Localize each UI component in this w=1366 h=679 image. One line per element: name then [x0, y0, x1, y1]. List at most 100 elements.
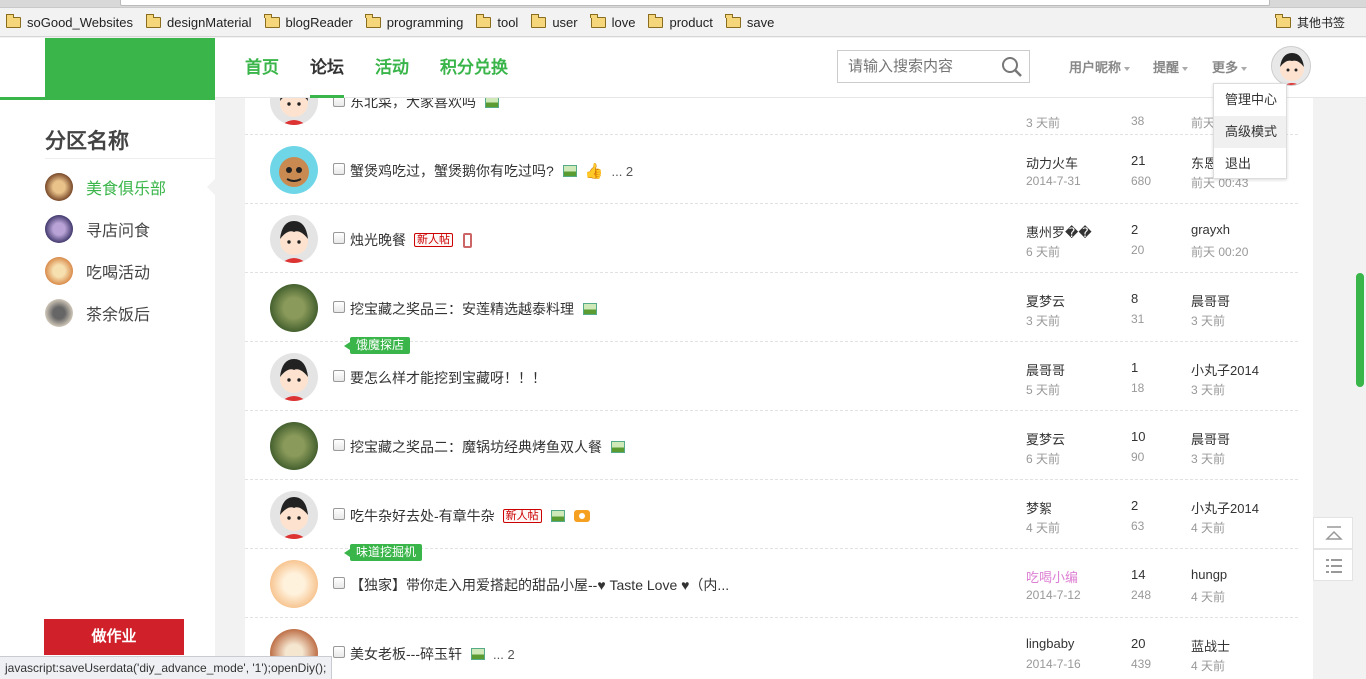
last-reply-date: 前天	[1191, 116, 1216, 130]
thread-author-avatar[interactable]	[270, 215, 318, 263]
category-tag[interactable]: 味道挖掘机	[343, 544, 423, 561]
user-avatar[interactable]	[1271, 46, 1311, 86]
user-nickname-menu[interactable]: 用户昵称	[1069, 38, 1131, 98]
browser-status-bar: javascript:saveUserdata('diy_advance_mod…	[0, 656, 333, 679]
thread-author-avatar[interactable]	[270, 491, 318, 539]
thread-author-avatar[interactable]	[270, 98, 318, 125]
thread-checkbox[interactable]	[333, 98, 345, 107]
thread-subject[interactable]: 美女老板---碎玉轩	[350, 644, 462, 664]
table-row[interactable]: 饿魔探店 要怎么样才能挖到宝藏呀！！！ 晨哥哥 5 天前 1 18 小丸子201…	[245, 337, 1298, 411]
thread-checkbox[interactable]	[333, 646, 345, 658]
last-reply-user[interactable]: 晨哥哥	[1191, 429, 1230, 448]
thread-checkbox[interactable]	[333, 439, 345, 451]
sidebar-item-food-club[interactable]: 美食俱乐部	[45, 172, 215, 202]
thread-author-avatar[interactable]	[270, 422, 318, 470]
category-tag[interactable]: 饿魔探店	[343, 337, 411, 354]
thread-author[interactable]: 吃喝小编	[1026, 567, 1078, 586]
thread-checkbox[interactable]	[333, 163, 345, 175]
thread-checkbox[interactable]	[333, 370, 345, 382]
main-nav: 首页 论坛 活动 积分兑换	[245, 38, 539, 98]
table-row[interactable]: 东北菜，大家喜欢吗 3 天前 38 前天	[245, 98, 1298, 135]
thread-author[interactable]: 夏梦云	[1026, 429, 1065, 448]
bookmark-folder[interactable]: designMaterial	[145, 13, 252, 30]
thread-page-link[interactable]: ... 2	[493, 647, 515, 662]
list-view-button[interactable]	[1313, 549, 1353, 581]
last-reply-user[interactable]: 蓝战士	[1191, 636, 1230, 655]
page-scrollbar[interactable]	[1354, 98, 1366, 679]
menu-item-advanced-mode[interactable]: 高级模式	[1214, 116, 1286, 148]
thread-subject[interactable]: 【独家】带你走入用爱搭起的甜品小屋--♥ Taste Love ♥（内...	[350, 575, 729, 595]
sidebar-item-leisure-chat[interactable]: 茶余饭后	[45, 298, 215, 328]
thread-author-avatar[interactable]	[270, 353, 318, 401]
address-bar[interactable]	[120, 0, 1270, 6]
table-row[interactable]: 吃牛杂好去处-有章牛杂 新人帖 梦絮 4 天前 2 63 小丸子2014 4 天前	[245, 480, 1298, 549]
other-bookmarks[interactable]: 其他书签	[1275, 8, 1345, 37]
bookmark-folder[interactable]: love	[590, 13, 635, 30]
thread-subject[interactable]: 要怎么样才能挖到宝藏呀！！！	[350, 368, 546, 388]
thread-author[interactable]: 惠州罗��	[1026, 222, 1092, 241]
last-reply-user[interactable]: 小丸子2014	[1191, 498, 1259, 517]
thread-checkbox[interactable]	[333, 232, 345, 244]
menu-item-admin-center[interactable]: 管理中心	[1214, 84, 1286, 116]
folder-icon	[264, 13, 280, 28]
thread-author[interactable]: 动力火车	[1026, 153, 1078, 172]
menu-item-logout[interactable]: 退出	[1214, 148, 1286, 180]
nav-events[interactable]: 活动	[375, 38, 409, 98]
scrollbar-thumb[interactable]	[1356, 273, 1364, 387]
table-row[interactable]: 味道挖掘机 【独家】带你走入用爱搭起的甜品小屋--♥ Taste Love ♥（…	[245, 544, 1298, 618]
sidebar-item-restaurant-search[interactable]: 寻店问食	[45, 214, 215, 244]
site-logo[interactable]	[45, 38, 215, 104]
thread-author[interactable]: 夏梦云	[1026, 291, 1065, 310]
back-to-top-button[interactable]	[1313, 517, 1353, 549]
table-row[interactable]: 蟹煲鸡吃过，蟹煲鹅你有吃过吗? 👍... 2 动力火车 2014-7-31 21 …	[245, 135, 1298, 204]
table-row[interactable]: 美女老板---碎玉轩 ... 2 lingbaby 2014-7-16 20 43…	[245, 618, 1298, 679]
thread-author-avatar[interactable]	[270, 560, 318, 608]
thread-subject[interactable]: 东北菜，大家喜欢吗	[350, 98, 476, 112]
thread-subject[interactable]: 吃牛杂好去处-有章牛杂	[350, 506, 495, 526]
nav-forum[interactable]: 论坛	[310, 38, 344, 98]
thread-subject-line: 【独家】带你走入用爱搭起的甜品小屋--♥ Taste Love ♥（内...	[350, 575, 729, 595]
bookmark-folder[interactable]: product	[647, 13, 713, 30]
thread-subject[interactable]: 挖宝藏之奖品三：安莲精选越泰料理	[350, 299, 574, 319]
last-reply-user[interactable]: 晨哥哥	[1191, 291, 1230, 310]
remind-menu[interactable]: 提醒	[1153, 38, 1189, 98]
thread-author[interactable]: 梦絮	[1026, 498, 1052, 517]
bookmark-folder[interactable]: soGood_Websites	[5, 13, 133, 30]
thread-page-link[interactable]: ... 2	[611, 164, 633, 179]
bookmark-folder[interactable]: save	[725, 13, 774, 30]
thread-subject-line: 美女老板---碎玉轩 ... 2	[350, 644, 515, 664]
nav-points-exchange[interactable]: 积分兑换	[440, 38, 508, 98]
thread-author-avatar[interactable]	[270, 146, 318, 194]
table-row[interactable]: 挖宝藏之奖品二：魔锅坊经典烤鱼双人餐 夏梦云 6 天前 10 90 晨哥哥 3 …	[245, 411, 1298, 480]
last-reply-user[interactable]: grayxh	[1191, 222, 1230, 237]
thread-author[interactable]: 晨哥哥	[1026, 360, 1065, 379]
bookmark-folder[interactable]: blogReader	[264, 13, 353, 30]
author-date: 2014-7-12	[1026, 588, 1081, 602]
folder-icon	[145, 13, 161, 28]
search-icon[interactable]	[1001, 56, 1023, 78]
bookmark-folder[interactable]: programming	[365, 13, 463, 30]
bookmark-folder[interactable]: tool	[475, 13, 518, 30]
table-row[interactable]: 烛光晚餐 新人帖 惠州罗�� 6 天前 2 20 grayxh 前天 00:20	[245, 204, 1298, 273]
nav-home[interactable]: 首页	[245, 38, 279, 98]
thread-author[interactable]: lingbaby	[1026, 636, 1074, 651]
view-count: 18	[1131, 381, 1145, 395]
thread-checkbox[interactable]	[333, 301, 345, 313]
search-input[interactable]	[838, 51, 988, 82]
last-reply-user[interactable]: hungp	[1191, 567, 1227, 582]
sidebar-item-food-events[interactable]: 吃喝活动	[45, 256, 215, 286]
last-reply-user[interactable]: 小丸子2014	[1191, 360, 1259, 379]
do-homework-button[interactable]: 做作业	[44, 619, 184, 655]
thread-subject[interactable]: 烛光晚餐	[350, 230, 406, 250]
folder-icon	[530, 13, 547, 28]
table-row[interactable]: 挖宝藏之奖品三：安莲精选越泰料理 夏梦云 3 天前 8 31 晨哥哥 3 天前	[245, 273, 1298, 342]
thread-checkbox[interactable]	[333, 508, 345, 520]
thread-checkbox[interactable]	[333, 577, 345, 589]
caret-down-icon	[1241, 66, 1248, 71]
thread-author-avatar[interactable]	[270, 284, 318, 332]
sidebar-title: 分区名称	[45, 130, 129, 153]
caret-down-icon	[1182, 66, 1189, 71]
thread-subject[interactable]: 挖宝藏之奖品二：魔锅坊经典烤鱼双人餐	[350, 437, 602, 457]
thread-subject[interactable]: 蟹煲鸡吃过，蟹煲鹅你有吃过吗?	[350, 161, 554, 181]
bookmark-folder[interactable]: user	[530, 13, 578, 30]
